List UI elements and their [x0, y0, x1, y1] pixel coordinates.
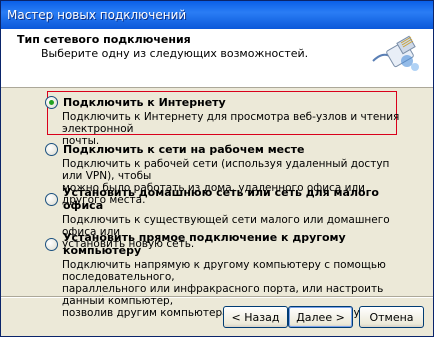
- option-label: Подключить к Интернету: [63, 96, 226, 109]
- option-internet[interactable]: Подключить к Интернету Подключить к Инте…: [45, 96, 405, 147]
- title-bar[interactable]: Мастер новых подключений: [1, 1, 433, 29]
- option-description: Подключить к Интернету для просмотра веб…: [62, 111, 400, 147]
- radio-internet[interactable]: [45, 96, 58, 109]
- network-cable-icon: [372, 35, 419, 71]
- option-label: Подключить к сети на рабочем месте: [63, 143, 305, 156]
- header-subtitle: Выберите одну из следующих возможностей.: [41, 47, 309, 60]
- radio-home-network[interactable]: [45, 192, 58, 206]
- radio-direct-connection[interactable]: [45, 237, 58, 251]
- cancel-button[interactable]: Отмена: [359, 306, 424, 328]
- header-title: Тип сетевого подключения: [17, 33, 191, 46]
- next-button[interactable]: Далее >: [288, 306, 353, 328]
- option-label: Установить домашнюю сеть или сеть для ма…: [63, 186, 379, 212]
- radio-workplace[interactable]: [45, 143, 58, 156]
- window-title: Мастер новых подключений: [7, 8, 187, 22]
- footer-divider: [1, 296, 433, 298]
- option-label: Установить прямое подключение к другому …: [63, 231, 346, 257]
- header-panel: Тип сетевого подключения Выберите одну и…: [1, 29, 433, 88]
- wizard-window: Мастер новых подключений Тип сетевого по…: [0, 0, 434, 337]
- back-button[interactable]: < Назад: [223, 306, 288, 328]
